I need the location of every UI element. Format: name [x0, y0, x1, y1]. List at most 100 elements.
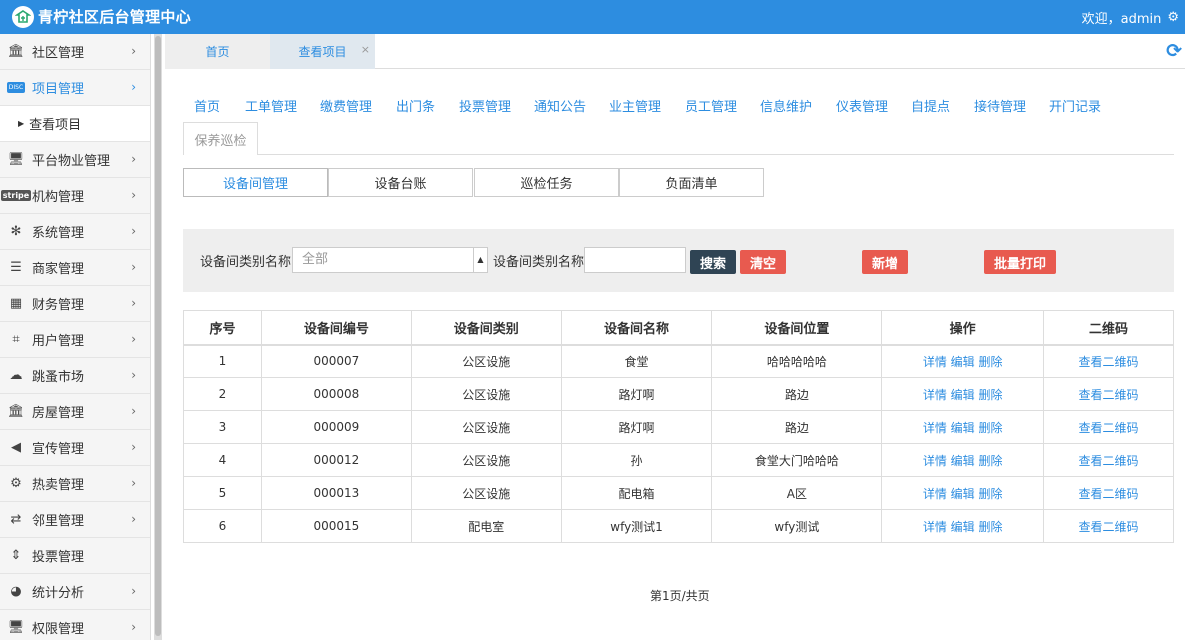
- tab-view-project[interactable]: 查看项目 ×: [270, 34, 375, 69]
- module-link[interactable]: 工单管理: [245, 96, 297, 115]
- sidebar-item-label: 房屋管理: [32, 406, 85, 421]
- qrcode-link[interactable]: 查看二维码: [1079, 421, 1139, 435]
- detail-link[interactable]: 详情: [923, 421, 947, 435]
- cell-code: 000013: [260, 476, 412, 510]
- col-header-code: 设备间编号: [260, 310, 412, 346]
- sidebar-item[interactable]: ⇄ 邻里管理 ›: [0, 502, 150, 538]
- sidebar-item[interactable]: ▦ 财务管理 ›: [0, 286, 150, 322]
- sidebar-item[interactable]: ☰ 商家管理 ›: [0, 250, 150, 286]
- bank-icon: 🏛: [7, 44, 25, 59]
- sidebar-item[interactable]: ✻ 系统管理 ›: [0, 214, 150, 250]
- scrollbar-thumb[interactable]: [155, 36, 161, 636]
- user-menu[interactable]: 欢迎，admin ⚙: [1082, 8, 1179, 27]
- module-link[interactable]: 仪表管理: [836, 96, 888, 115]
- sidebar-item[interactable]: 🖥 权限管理 ›: [0, 610, 150, 640]
- cell-no: 6: [183, 509, 262, 543]
- module-tab-maintenance[interactable]: 保养巡检: [183, 122, 258, 155]
- sidebar-item-label: 商家管理: [32, 262, 85, 277]
- subtab-equipment-ledger[interactable]: 设备台账: [328, 168, 473, 197]
- detail-link[interactable]: 详情: [923, 454, 947, 468]
- qrcode-link[interactable]: 查看二维码: [1079, 355, 1139, 369]
- sidebar: 🏛 社区管理 › DISC 项目管理 › ▶ 查看项目 🖥 平台物业管理 › stripe 机构管理 › ✻…: [0, 34, 151, 640]
- subtab-negative-list[interactable]: 负面清单: [619, 168, 764, 197]
- sidebar-item-label: 系统管理: [32, 226, 85, 241]
- sidebar-item[interactable]: 🏛 社区管理 ›: [0, 34, 150, 70]
- sidebar-item[interactable]: DISC 项目管理 ›: [0, 70, 150, 106]
- qrcode-link[interactable]: 查看二维码: [1079, 520, 1139, 534]
- sidebar-item[interactable]: ⌗ 用户管理 ›: [0, 322, 150, 358]
- sidebar-item[interactable]: ◕ 统计分析 ›: [0, 574, 150, 610]
- chevron-right-icon: ›: [131, 584, 136, 598]
- chevron-down-icon[interactable]: ▲: [473, 248, 487, 272]
- edit-link[interactable]: 编辑: [951, 355, 975, 369]
- sidebar-item[interactable]: ◀ 宣传管理 ›: [0, 430, 150, 466]
- qrcode-link[interactable]: 查看二维码: [1079, 388, 1139, 402]
- chevron-right-icon: ›: [131, 440, 136, 454]
- category-select[interactable]: 全部 ▲: [292, 247, 488, 273]
- name-input[interactable]: [584, 247, 686, 273]
- delete-link[interactable]: 删除: [979, 355, 1003, 369]
- page-tabbar: 首页 查看项目 × ⟳: [165, 34, 1185, 69]
- module-link[interactable]: 首页: [194, 96, 220, 115]
- detail-link[interactable]: 详情: [923, 520, 947, 534]
- delete-link[interactable]: 删除: [979, 388, 1003, 402]
- edit-link[interactable]: 编辑: [951, 454, 975, 468]
- subtab-room-management[interactable]: 设备间管理: [183, 168, 328, 197]
- module-link[interactable]: 开门记录: [1049, 96, 1101, 115]
- col-header-category: 设备间类别: [410, 310, 562, 346]
- sidebar-item-label: 项目管理: [32, 82, 85, 97]
- edit-link[interactable]: 编辑: [951, 388, 975, 402]
- close-icon[interactable]: ×: [361, 43, 370, 56]
- module-link[interactable]: 业主管理: [609, 96, 661, 115]
- sidebar-item[interactable]: 🖥 平台物业管理 ›: [0, 142, 150, 178]
- sidebar-item[interactable]: 🏛 房屋管理 ›: [0, 394, 150, 430]
- detail-link[interactable]: 详情: [923, 487, 947, 501]
- module-link[interactable]: 信息维护: [760, 96, 812, 115]
- sidebar-item[interactable]: ⇕ 投票管理: [0, 538, 150, 574]
- module-link[interactable]: 投票管理: [459, 96, 511, 115]
- qrcode-link[interactable]: 查看二维码: [1079, 487, 1139, 501]
- sidebar-item[interactable]: ☁ 跳蚤市场 ›: [0, 358, 150, 394]
- clear-button[interactable]: 清空: [740, 250, 786, 274]
- table-row: 1 000007 公区设施 食堂 哈哈哈哈哈 详情 编辑 删除 查看二维码: [183, 344, 1174, 378]
- sidebar-subitem-view-project[interactable]: ▶ 查看项目: [0, 106, 150, 142]
- cell-code: 000009: [260, 410, 412, 444]
- add-button[interactable]: 新增: [862, 250, 908, 274]
- chevron-right-icon: ›: [131, 152, 136, 166]
- refresh-icon[interactable]: ⟳: [1166, 40, 1182, 62]
- col-header-qrcode: 二维码: [1043, 310, 1174, 346]
- col-header-location: 设备间位置: [711, 310, 883, 346]
- module-link[interactable]: 接待管理: [974, 96, 1026, 115]
- cell-qrcode: 查看二维码: [1043, 410, 1174, 444]
- edit-link[interactable]: 编辑: [951, 487, 975, 501]
- sidebar-scrollbar[interactable]: [154, 34, 162, 640]
- subtab-inspection-task[interactable]: 巡检任务: [474, 168, 619, 197]
- gear-icon[interactable]: ⚙: [1167, 10, 1179, 25]
- module-link[interactable]: 缴费管理: [320, 96, 372, 115]
- sidebar-item-label: 财务管理: [32, 298, 85, 313]
- detail-link[interactable]: 详情: [923, 388, 947, 402]
- tab-home[interactable]: 首页: [165, 34, 270, 69]
- edit-link[interactable]: 编辑: [951, 421, 975, 435]
- sidebar-item[interactable]: stripe 机构管理 ›: [0, 178, 150, 214]
- cell-category: 公区设施: [410, 476, 562, 510]
- search-button[interactable]: 搜索: [690, 250, 736, 274]
- delete-link[interactable]: 删除: [979, 520, 1003, 534]
- category-label: 设备间类别名称: [200, 255, 292, 270]
- col-header-no: 序号: [183, 310, 262, 346]
- cell-name: 配电箱: [560, 476, 713, 510]
- module-link[interactable]: 员工管理: [685, 96, 737, 115]
- sidebar-item-label: 社区管理: [32, 46, 85, 61]
- delete-link[interactable]: 删除: [979, 421, 1003, 435]
- cell-name: 孙: [560, 443, 713, 477]
- delete-link[interactable]: 删除: [979, 454, 1003, 468]
- module-link[interactable]: 自提点: [911, 96, 950, 115]
- module-link[interactable]: 通知公告: [534, 96, 586, 115]
- batch-print-button[interactable]: 批量打印: [984, 250, 1056, 274]
- detail-link[interactable]: 详情: [923, 355, 947, 369]
- qrcode-link[interactable]: 查看二维码: [1079, 454, 1139, 468]
- edit-link[interactable]: 编辑: [951, 520, 975, 534]
- module-link[interactable]: 出门条: [396, 96, 435, 115]
- sidebar-item[interactable]: ⚙ 热卖管理 ›: [0, 466, 150, 502]
- delete-link[interactable]: 删除: [979, 487, 1003, 501]
